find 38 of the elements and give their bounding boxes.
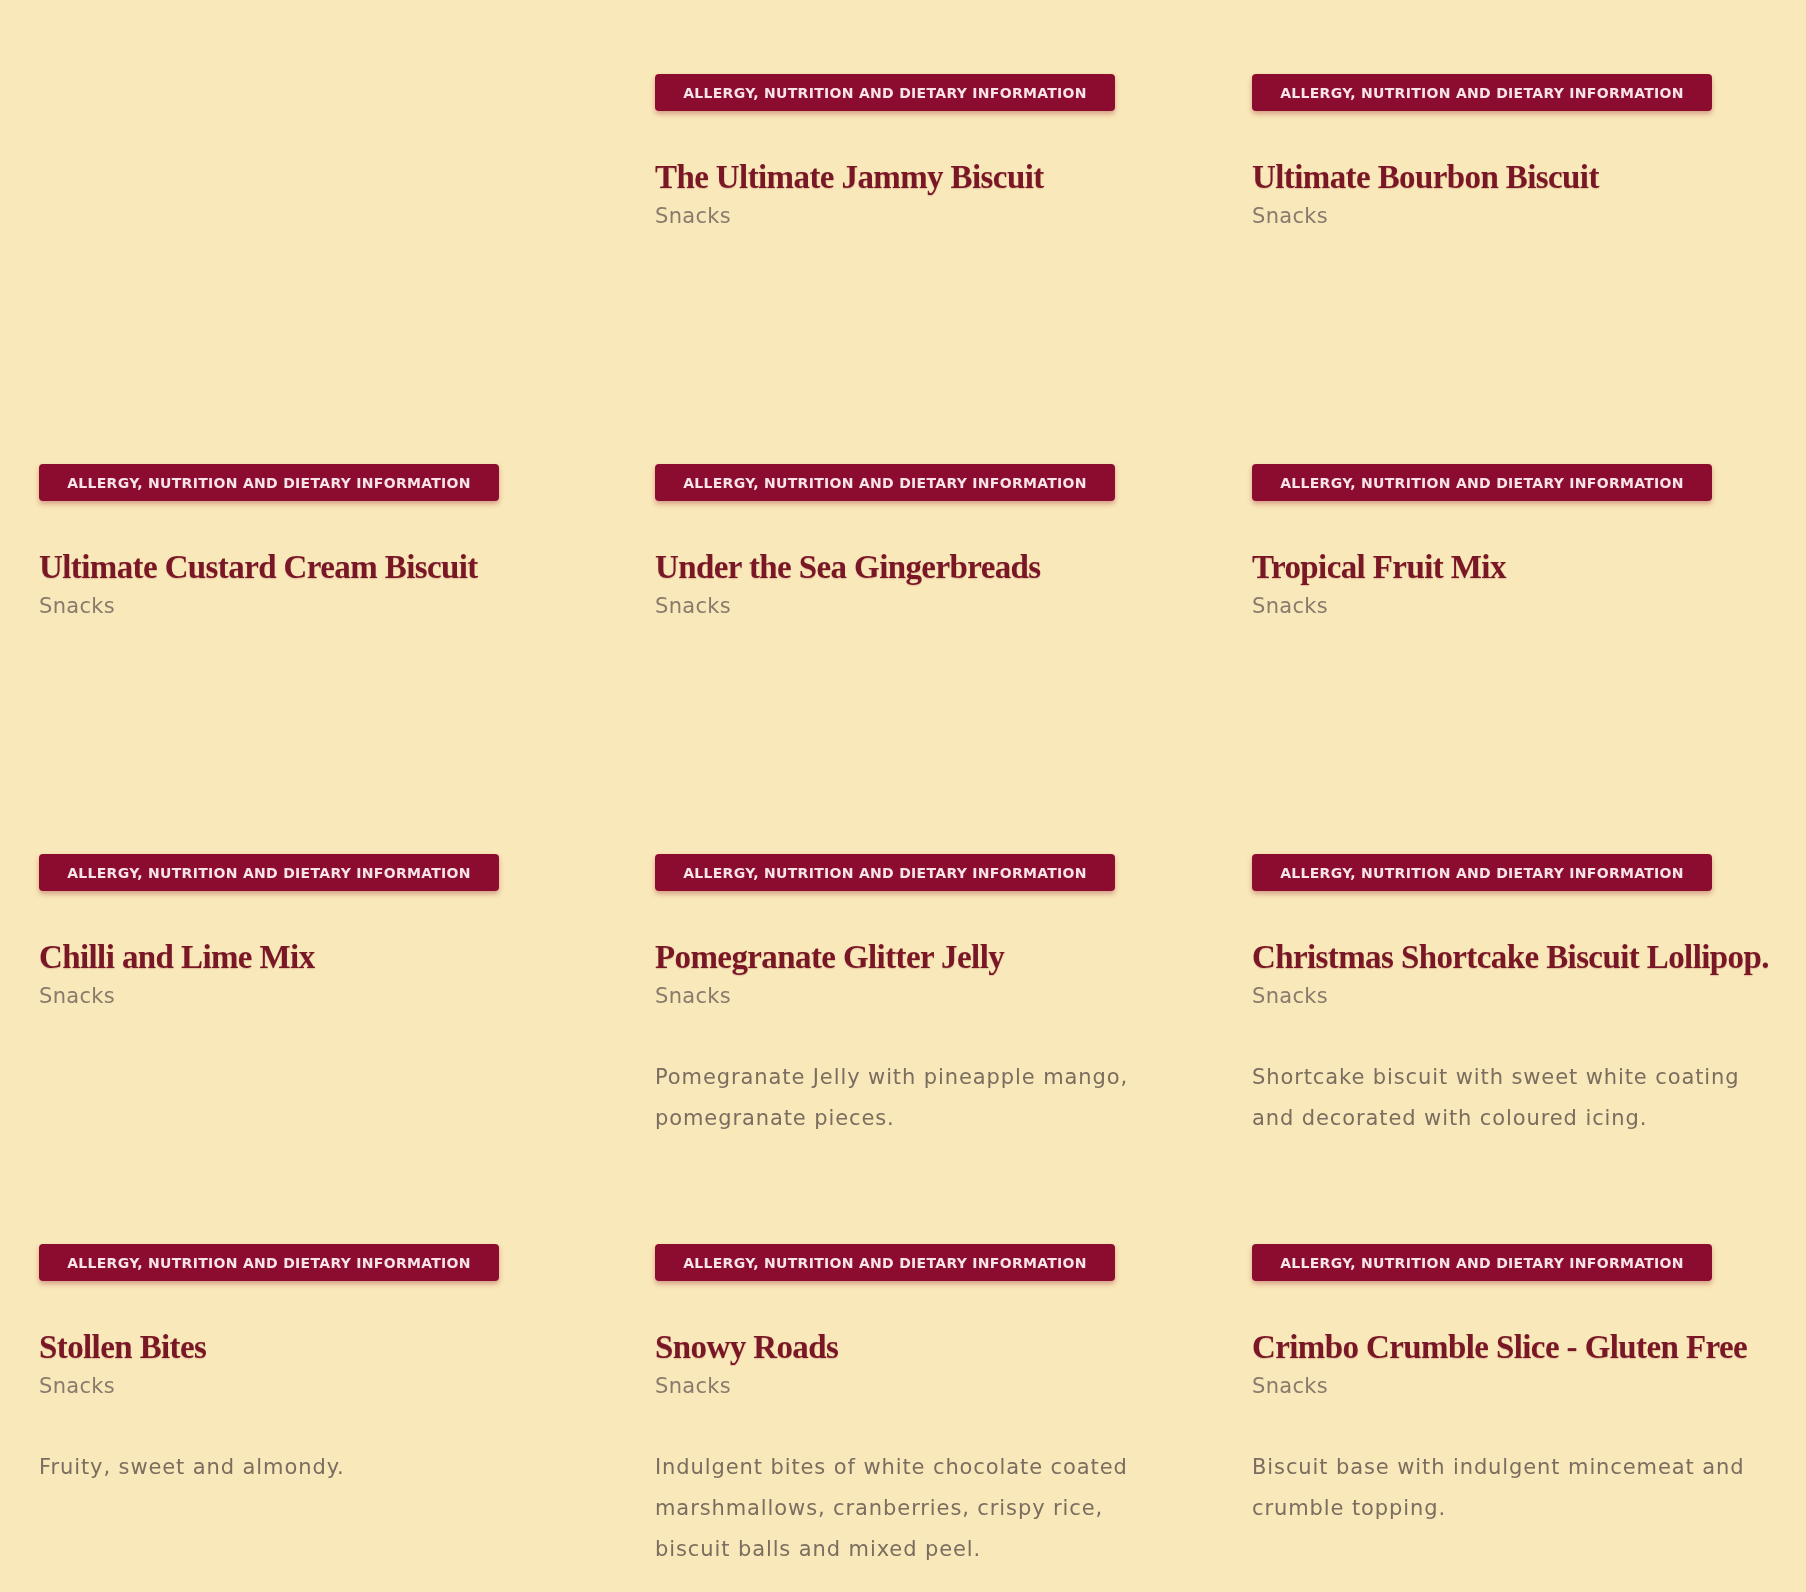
- product-category: Snacks: [655, 203, 731, 230]
- product-name: Chilli and Lime Mix: [39, 938, 315, 977]
- product-category: Snacks: [1252, 983, 1328, 1010]
- allergy-info-button[interactable]: ALLERGY, NUTRITION AND DIETARY INFORMATION: [1252, 74, 1712, 111]
- allergy-info-button[interactable]: ALLERGY, NUTRITION AND DIETARY INFORMATION: [1252, 1244, 1712, 1281]
- product-name: The Ultimate Jammy Biscuit: [655, 158, 1044, 197]
- product-category: Snacks: [655, 593, 731, 620]
- product-category: Snacks: [1252, 203, 1328, 230]
- allergy-info-button[interactable]: ALLERGY, NUTRITION AND DIETARY INFORMATION: [39, 1244, 499, 1281]
- product-description: Fruity, sweet and almondy.: [39, 1454, 345, 1481]
- product-name: Snowy Roads: [655, 1328, 839, 1367]
- product-category: Snacks: [39, 983, 115, 1010]
- product-category: Snacks: [655, 1373, 731, 1400]
- product-name: Under the Sea Gingerbreads: [655, 548, 1041, 587]
- allergy-info-button[interactable]: ALLERGY, NUTRITION AND DIETARY INFORMATION: [39, 854, 499, 891]
- product-name: Ultimate Custard Cream Biscuit: [39, 548, 478, 587]
- allergy-info-button[interactable]: ALLERGY, NUTRITION AND DIETARY INFORMATION: [1252, 854, 1712, 891]
- allergy-info-button[interactable]: ALLERGY, NUTRITION AND DIETARY INFORMATION: [1252, 464, 1712, 501]
- allergy-info-button[interactable]: ALLERGY, NUTRITION AND DIETARY INFORMATION: [655, 1244, 1115, 1281]
- product-description: Shortcake biscuit with sweet white coating and decorated with coloured icing.: [1252, 1064, 1741, 1132]
- allergy-info-button[interactable]: ALLERGY, NUTRITION AND DIETARY INFORMATION: [655, 464, 1115, 501]
- product-category: Snacks: [39, 593, 115, 620]
- allergy-info-button[interactable]: ALLERGY, NUTRITION AND DIETARY INFORMATION: [655, 74, 1115, 111]
- product-category: Snacks: [1252, 1373, 1328, 1400]
- allergy-info-button[interactable]: ALLERGY, NUTRITION AND DIETARY INFORMATION: [39, 464, 499, 501]
- product-name: Stollen Bites: [39, 1328, 207, 1367]
- product-description: Pomegranate Jelly with pineapple mango, pomegranate pieces.: [655, 1064, 1130, 1132]
- product-name: Christmas Shortcake Biscuit Lollipop.: [1252, 938, 1769, 977]
- product-category: Snacks: [655, 983, 731, 1010]
- allergy-info-button[interactable]: ALLERGY, NUTRITION AND DIETARY INFORMATION: [655, 854, 1115, 891]
- product-description: Indulgent bites of white chocolate coated marshmallows, cranberries, crispy rice, biscuit balls and mixed peel.: [655, 1454, 1129, 1563]
- product-description: Biscuit base with indulgent mincemeat and crumble topping.: [1252, 1454, 1746, 1522]
- product-name: Ultimate Bourbon Biscuit: [1252, 158, 1599, 197]
- product-category: Snacks: [39, 1373, 115, 1400]
- product-name: Pomegranate Glitter Jelly: [655, 938, 1005, 977]
- product-category: Snacks: [1252, 593, 1328, 620]
- product-name: Crimbo Crumble Slice - Gluten Free: [1252, 1328, 1747, 1367]
- product-name: Tropical Fruit Mix: [1252, 548, 1506, 587]
